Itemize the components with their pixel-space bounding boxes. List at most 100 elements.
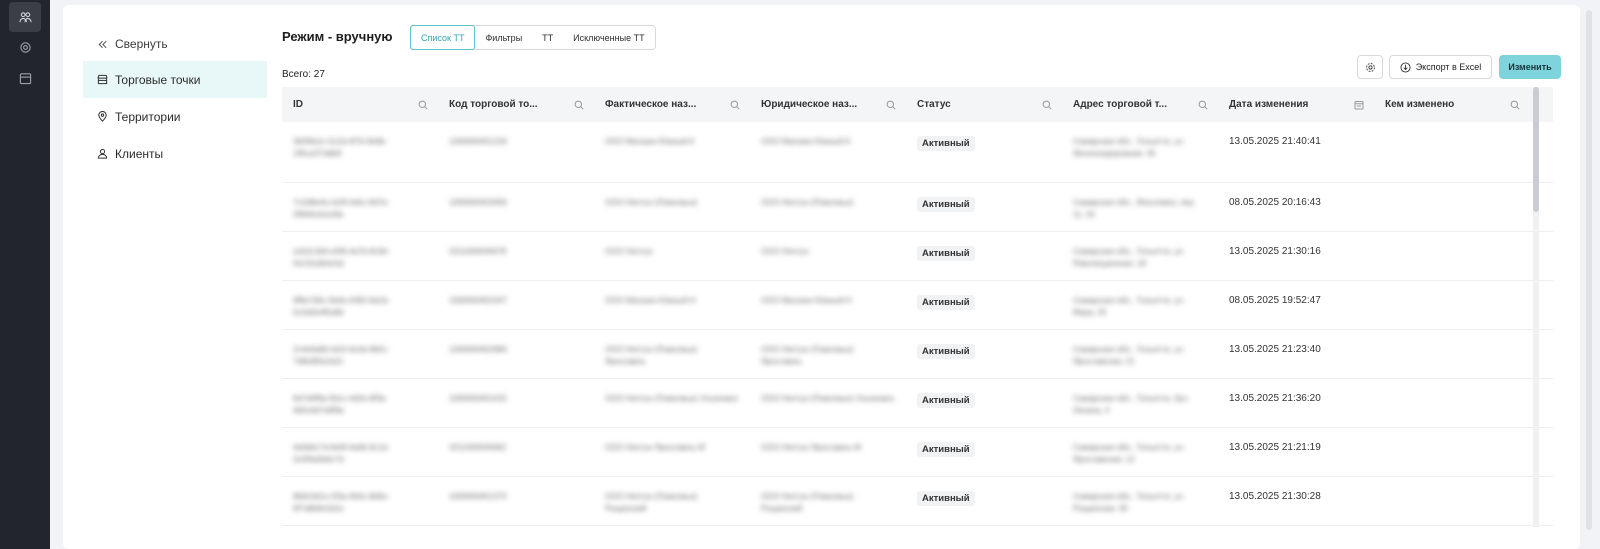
cell-changed-date: 13.05.2025 21:40:41 (1218, 122, 1374, 182)
cell-changed-by (1374, 379, 1530, 427)
user-icon (97, 148, 108, 159)
search-icon[interactable] (730, 100, 740, 110)
redacted-text: 3211000045678 (449, 247, 507, 256)
column-header-id[interactable]: ID (282, 99, 438, 110)
changed-date: 13.05.2025 21:30:16 (1229, 246, 1321, 257)
cell-code: 3211000045662 (438, 428, 594, 476)
table-row[interactable]: a1b2c3d4-e5f6-4a7b-8c9d-0e1f2a3b4c5d 3211… (282, 232, 1553, 281)
cell-code: 1000000451375 (438, 477, 594, 525)
changed-date: 13.05.2025 21:40:41 (1229, 136, 1321, 147)
search-icon[interactable] (886, 100, 896, 110)
cell-changed-date: 13.05.2025 21:21:19 (1218, 428, 1374, 476)
redacted-text: Самарская обл., Тольятти, ул. Мира, 25 (1073, 296, 1186, 317)
export-excel-button[interactable]: Экспорт в Excel (1389, 55, 1492, 79)
redacted-text: 7c2d8e4a-1b3f-4a5c-8d7e-2f6b9c0a1d3e (293, 198, 390, 219)
cell-code: 1000000453456 (438, 183, 594, 231)
cell-address: Самарская обл., Тольятти, ул. Ярославска… (1062, 330, 1218, 378)
redacted-text: Самарская обл., Тольятти, ул. Железнодор… (1073, 137, 1186, 158)
cell-changed-date: 08.05.2025 19:52:47 (1218, 281, 1374, 329)
table-row[interactable]: 4a5b6c7d-8e9f-4a0b-9c1d-2e3f4a5b6c7d 3211… (282, 428, 1553, 477)
export-label: Экспорт в Excel (1415, 62, 1482, 72)
column-header-status[interactable]: Статус (906, 99, 1062, 110)
column-header-actual-name[interactable]: Фактическое наз... (594, 99, 750, 110)
cell-changed-date: 13.05.2025 21:30:28 (1218, 477, 1374, 525)
changed-date: 08.05.2025 20:16:43 (1229, 197, 1321, 208)
column-header-address[interactable]: Адрес торговой т... (1062, 99, 1218, 110)
cell-status: Активный (906, 232, 1062, 280)
table-body: 3b5f8a1c-5c2d-4f7b-9e6b-1f9ca1f7a8b6 1000… (282, 122, 1553, 526)
table-row[interactable]: 6d7e8f9a-0b1c-4d2e-8f3a-4b5c6d7e8f9a 1000… (282, 379, 1553, 428)
nav-item-territories[interactable]: Территории (83, 98, 267, 135)
nav-item-clients[interactable]: Клиенты (83, 135, 267, 172)
table-scrollbar[interactable] (1533, 87, 1539, 527)
cell-actual-name: ООО Нептун (594, 232, 750, 280)
search-icon[interactable] (1510, 100, 1520, 110)
table-row[interactable]: 3b5f8a1c-5c2d-4f7b-9e6b-1f9ca1f7a8b6 1000… (282, 122, 1553, 183)
redacted-text: ООО Нептун (Поволжье) Ульяновск (761, 394, 894, 403)
redacted-text: 1000000451234 (449, 137, 507, 146)
calendar-filter-icon[interactable] (1354, 100, 1364, 110)
cell-changed-date: 08.05.2025 20:16:43 (1218, 183, 1374, 231)
table-row[interactable]: 7c2d8e4a-1b3f-4a5c-8d7e-2f6b9c0a1d3e 1000… (282, 183, 1553, 232)
table-settings-button[interactable] (1357, 55, 1383, 79)
total-count: Всего: 27 (282, 69, 325, 80)
download-icon (1400, 61, 1411, 73)
store-icon (97, 74, 108, 85)
search-icon[interactable] (1198, 100, 1208, 110)
collapse-button[interactable]: Свернуть (83, 27, 267, 61)
redacted-text: a1b2c3d4-e5f6-4a7b-8c9d-0e1f2a3b4c5d (293, 247, 390, 268)
tab-filters[interactable]: Фильтры (475, 26, 532, 49)
redacted-text: Самарская обл., Тольятти, бул. Ленина, 4 (1073, 394, 1190, 415)
cell-actual-name: ООО Нептун (Поволжье) Рощинский (594, 477, 750, 525)
calendar-icon[interactable] (9, 63, 41, 93)
table-scrollbar-thumb[interactable] (1533, 87, 1539, 212)
redacted-text: ООО Нептун (761, 247, 809, 256)
redacted-text: ООО Нептун (Поволжье) (761, 198, 854, 207)
nav-item-label: Клиенты (115, 146, 164, 161)
redacted-text: ООО Нептун (Поволжье) Ярославль (605, 345, 698, 366)
cell-changed-date: 13.05.2025 21:30:16 (1218, 232, 1374, 280)
column-header-legal-name[interactable]: Юридическое наз... (750, 99, 906, 110)
redacted-text: ООО Магазин Южный-К (761, 137, 851, 146)
nav-item-stores[interactable]: Торговые точки (83, 61, 267, 98)
column-header-changed-by[interactable]: Кем изменено (1374, 99, 1530, 110)
main-card: Свернуть Торговые точки Территории Клиен… (63, 5, 1580, 549)
status-badge: Активный (917, 295, 975, 310)
gear-icon[interactable] (9, 32, 41, 62)
cell-status: Активный (906, 379, 1062, 427)
column-header-code[interactable]: Код торговой то... (438, 99, 594, 110)
changed-date: 13.05.2025 21:23:40 (1229, 344, 1321, 355)
tab-stores[interactable]: ТТ (532, 26, 563, 49)
table-row[interactable]: 9f8e7d6c-5b4a-4392-8a1b-0c2d3e4f5a6b 1000… (282, 281, 1553, 330)
cell-legal-name: ООО Нептун (Поволжье) Ульяновск (750, 379, 906, 427)
users-icon[interactable] (9, 2, 41, 32)
cell-id: a1b2c3d4-e5f6-4a7b-8c9d-0e1f2a3b4c5d (282, 232, 438, 280)
cell-legal-name: ООО Нептун Ярославль-М (750, 428, 906, 476)
cell-address: Самарская обл., Тольятти, ул. Ярославска… (1062, 428, 1218, 476)
redacted-text: 9f8e7d6c-5b4a-4392-8a1b-0c2d3e4f5a6b (293, 296, 390, 317)
redacted-text: ООО Нептун (Поволжье) Рощинский (605, 492, 698, 513)
changed-date: 13.05.2025 21:30:28 (1229, 491, 1321, 502)
column-header-changed-date[interactable]: Дата изменения (1218, 99, 1374, 110)
window-scrollbar[interactable] (1586, 10, 1592, 530)
change-button[interactable]: Изменить (1499, 55, 1561, 79)
status-badge: Активный (917, 136, 975, 151)
cell-address: Самарская обл., Тольятти, ул. Мира, 25 (1062, 281, 1218, 329)
table-header: ID Код торговой то... Фактическое наз...… (282, 87, 1553, 122)
search-icon[interactable] (418, 100, 428, 110)
mode-title: Режим - вручную (282, 29, 393, 44)
table-row[interactable]: 2c4e6a8b-0d1f-4e3a-9b5c-7d8e9f0a1b2c 1000… (282, 330, 1553, 379)
tab-excluded-stores[interactable]: Исключенные ТТ (563, 26, 654, 49)
table-row[interactable]: 8b9c0d1e-2f3a-4b4c-8d5e-6f7a8b9c0d1e 1000… (282, 477, 1553, 526)
search-icon[interactable] (1042, 100, 1052, 110)
redacted-text: 1000000453456 (449, 198, 507, 207)
redacted-text: 1000000452984 (449, 345, 507, 354)
redacted-text: Самарская обл., Тольятти, ул. Ярославска… (1073, 345, 1186, 366)
cell-changed-by (1374, 330, 1530, 378)
redacted-text: ООО Нептун Ярославль-М (605, 443, 705, 452)
cell-changed-by (1374, 428, 1530, 476)
search-icon[interactable] (574, 100, 584, 110)
tab-store-list[interactable]: Список ТТ (410, 25, 476, 50)
status-badge: Активный (917, 442, 975, 457)
redacted-text: 3b5f8a1c-5c2d-4f7b-9e6b-1f9ca1f7a8b6 (293, 137, 388, 158)
